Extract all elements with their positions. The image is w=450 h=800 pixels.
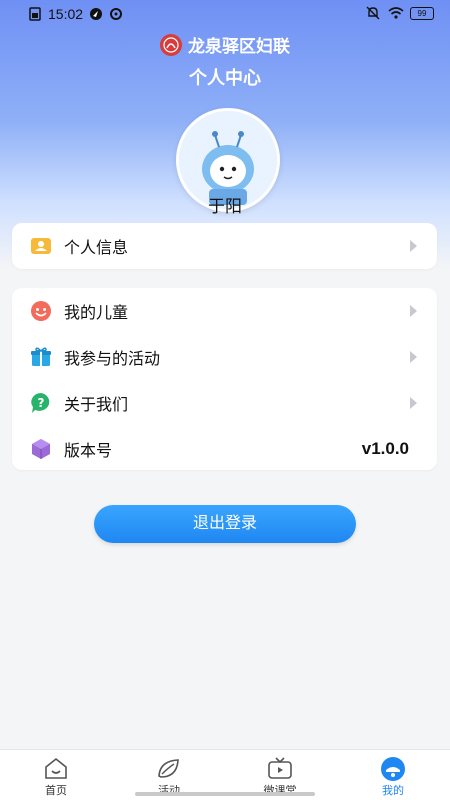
status-right: 99: [366, 6, 434, 20]
profile-icon: [380, 756, 406, 782]
chevron-right-icon: [410, 351, 417, 363]
status-time: 15:02: [48, 6, 84, 22]
battery-level: 99: [417, 8, 427, 18]
bottom-nav: 首页 活动 微课堂 我的: [0, 749, 450, 800]
menu-item-label: 关于我们: [64, 397, 129, 414]
menu-item-label: 个人信息: [64, 240, 129, 257]
svg-text:?: ?: [38, 396, 45, 410]
id-card-icon: [30, 235, 52, 257]
tab-home[interactable]: 首页: [21, 756, 91, 798]
leaf-icon: [156, 756, 182, 782]
chevron-right-icon: [410, 305, 417, 317]
menu-item-my-activities[interactable]: 我参与的活动: [12, 334, 437, 380]
menu-item-label: 我的儿童: [64, 305, 129, 322]
chevron-right-icon: [410, 397, 417, 409]
smile-face-icon: [30, 300, 52, 322]
tab-label: 我的: [382, 785, 404, 797]
status-bar: 15:02 99: [0, 0, 450, 28]
mute-icon: [366, 6, 380, 20]
tab-label: 首页: [45, 785, 67, 797]
menu-item-label: 我参与的活动: [64, 351, 161, 368]
app-root: 15:02 99 龙泉驿区妇联 个人中心 于阳 个人信息 我的儿童 我参与的活动…: [0, 0, 450, 800]
cube-icon: [30, 438, 52, 460]
sim-icon: [28, 7, 42, 21]
federation-logo-icon: [160, 33, 182, 56]
home-indicator[interactable]: [135, 792, 315, 796]
navigation-icon: [89, 7, 103, 21]
gift-icon: [30, 346, 52, 368]
tv-icon: [267, 756, 293, 782]
menu-item-about-us[interactable]: ? 关于我们: [12, 380, 437, 426]
home-icon: [43, 756, 69, 782]
user-name: 于阳: [208, 197, 242, 216]
chevron-right-icon: [410, 240, 417, 252]
help-chat-icon: ?: [30, 392, 52, 414]
page-title: 个人中心: [189, 68, 261, 88]
brand-row: 龙泉驿区妇联: [0, 32, 450, 57]
sync-icon: [109, 7, 123, 21]
status-left: 15:02: [28, 6, 123, 22]
primary-menu-card: 个人信息: [12, 223, 437, 269]
version-value: v1.0.0: [361, 439, 409, 458]
battery-indicator: 99: [410, 6, 434, 20]
wifi-icon: [388, 6, 404, 20]
menu-item-version: 版本号 v1.0.0: [12, 426, 437, 472]
brand-name: 龙泉驿区妇联: [188, 37, 290, 56]
menu-item-label: 版本号: [64, 443, 113, 460]
tab-mine[interactable]: 我的: [358, 756, 428, 798]
menu-item-personal-info[interactable]: 个人信息: [12, 223, 437, 269]
battery-icon: 99: [410, 6, 434, 20]
logout-button[interactable]: 退出登录: [94, 505, 356, 543]
secondary-menu-card: 我的儿童 我参与的活动 ? 关于我们 版本号 v1.0.0: [12, 288, 437, 470]
menu-item-my-children[interactable]: 我的儿童: [12, 288, 437, 334]
